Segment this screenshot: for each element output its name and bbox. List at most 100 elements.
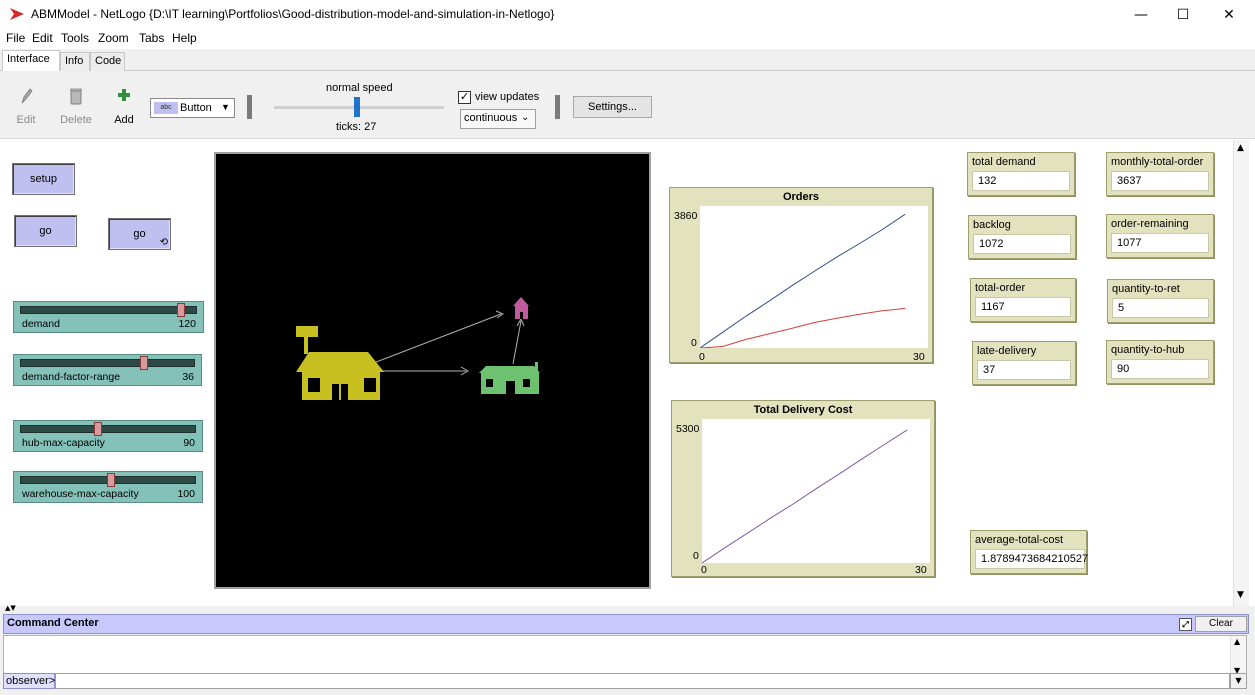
slider-label: demand [22,318,60,330]
command-input[interactable] [55,673,1230,689]
y-tick-label: 0 [693,550,699,562]
orders-plot[interactable]: Orders 3860 0 0 30 [669,187,933,363]
output-scrollbar[interactable]: ▲ ▼ [1230,636,1246,678]
y-tick-label: 5300 [676,423,700,435]
add-tool[interactable]: Add [104,87,144,126]
netlogo-logo-icon [10,8,24,20]
tab-interface[interactable]: Interface [2,50,60,71]
interface-scrollbar[interactable]: ▲ ▼ [1233,140,1249,606]
maximize-button[interactable]: ☐ [1160,0,1206,30]
settings-button[interactable]: Settings... [573,96,652,118]
slider-knob[interactable] [93,422,102,436]
clear-button[interactable]: Clear [1195,616,1247,632]
menu-tools[interactable]: Tools [61,31,89,45]
world-view[interactable] [214,152,651,589]
slider-label: warehouse-max-capacity [22,488,139,500]
delete-label: Delete [60,114,92,126]
command-center-title: Command Center [7,617,99,629]
expand-icon[interactable]: ⤢ [1179,618,1192,631]
orders-chart-svg [699,213,906,349]
menu-tabs[interactable]: Tabs [139,31,164,45]
monitor-label: order-remaining [1111,218,1189,230]
slider-label: demand-factor-range [22,371,121,383]
slider-demand[interactable]: demand 120 [13,301,204,333]
update-mode-select[interactable]: continuous ⌄ [460,109,536,129]
scroll-up-icon[interactable]: ▲ [1237,143,1244,153]
toolbar: Edit Delete Add abc Button ▼ normal spee… [0,71,1255,139]
close-button[interactable]: ✕ [1206,0,1252,30]
history-dropdown-icon[interactable]: ▼ [1230,673,1247,689]
toolbar-separator [555,95,560,119]
add-label: Add [114,114,134,126]
view-updates-checkbox[interactable]: ✓ [458,91,471,104]
setup-button[interactable]: setup [12,163,75,195]
agent-selector[interactable]: observer> [3,673,55,689]
window-title: ABMModel - NetLogo {D:\IT learning\Portf… [31,7,555,21]
command-center-header: Command Center ⤢ Clear [3,614,1249,634]
series-line-0 [701,429,908,564]
command-center: ▲▼ Command Center ⤢ Clear ▲ ▼ observer> … [0,604,1255,695]
plot-title: Orders [782,191,820,203]
widget-type-select[interactable]: abc Button ▼ [150,98,235,118]
monitor-total-demand: total demand 132 [967,152,1075,196]
slider-knob[interactable] [107,473,116,487]
series-line-1 [699,307,906,349]
cost-chart-svg [701,429,908,564]
scroll-down-icon[interactable]: ▼ [1237,590,1244,600]
total-delivery-cost-plot[interactable]: Total Delivery Cost 5300 0 0 30 [671,400,935,577]
view-updates-label: view updates [475,91,540,103]
monitor-quantity-to-hub: quantity-to-hub 90 [1106,340,1214,384]
monitor-value: 5 [1112,298,1209,318]
menu-zoom[interactable]: Zoom [98,31,129,45]
monitor-value: 3637 [1111,171,1209,191]
menu-help[interactable]: Help [172,31,197,45]
forever-arrows-icon: ⟲ [159,237,168,248]
x-tick-label: 30 [915,564,927,576]
go-once-button[interactable]: go [14,215,77,247]
monitor-total-order: total-order 1167 [970,278,1076,322]
title-bar: ABMModel - NetLogo {D:\IT learning\Portf… [0,0,1255,30]
delete-tool[interactable]: Delete [56,87,96,126]
slider-demand-factor-range[interactable]: demand-factor-range 36 [13,354,202,386]
monitor-value: 1072 [973,234,1071,254]
tab-info[interactable]: Info [60,52,90,71]
splitter-arrows-icon[interactable]: ▲▼ [5,604,16,612]
slider-warehouse-max-capacity[interactable]: warehouse-max-capacity 100 [13,471,203,503]
monitor-label: quantity-to-ret [1112,283,1180,295]
slider-hub-max-capacity[interactable]: hub-max-capacity 90 [13,420,203,452]
monitor-value: 37 [977,360,1071,380]
hub-icon [479,362,540,394]
go-forever-button[interactable]: go ⟲ [108,218,171,250]
monitor-quantity-to-ret: quantity-to-ret 5 [1107,279,1214,323]
monitor-monthly-total-order: monthly-total-order 3637 [1106,152,1214,196]
monitor-backlog: backlog 1072 [968,215,1076,259]
slider-knob[interactable] [177,303,186,317]
retailer-icon [513,297,529,319]
interface-panel: setup go go ⟲ demand 120 demand-factor-r… [0,140,1255,606]
button-widget-icon: abc [154,102,178,114]
tab-code[interactable]: Code [90,52,125,71]
slider-value: 120 [178,318,196,330]
monitor-label: monthly-total-order [1111,156,1204,168]
edit-tool[interactable]: Edit [6,87,46,126]
menu-file[interactable]: File [6,31,25,45]
link-warehouse-retailer [370,313,502,365]
scroll-up-icon[interactable]: ▲ [1234,637,1240,646]
ticks-counter: ticks: 27 [336,121,377,133]
edit-label: Edit [16,114,36,126]
speed-slider[interactable] [274,97,444,117]
speed-label: normal speed [326,82,393,94]
speed-slider-thumb[interactable] [354,97,361,117]
slider-value: 90 [183,437,195,449]
slider-knob[interactable] [140,356,149,370]
go-forever-label: go [133,228,146,240]
monitor-average-total-cost: average-total-cost 1.8789473684210527 [970,530,1088,574]
update-mode-value: continuous [464,112,518,124]
monitor-order-remaining: order-remaining 1077 [1106,214,1214,258]
pencil-icon [21,88,33,104]
monitor-label: backlog [973,219,1011,231]
link-hub-retailer [512,320,522,365]
menu-edit[interactable]: Edit [32,31,53,45]
minimize-button[interactable]: — [1118,0,1164,30]
monitor-label: late-delivery [977,345,1037,357]
